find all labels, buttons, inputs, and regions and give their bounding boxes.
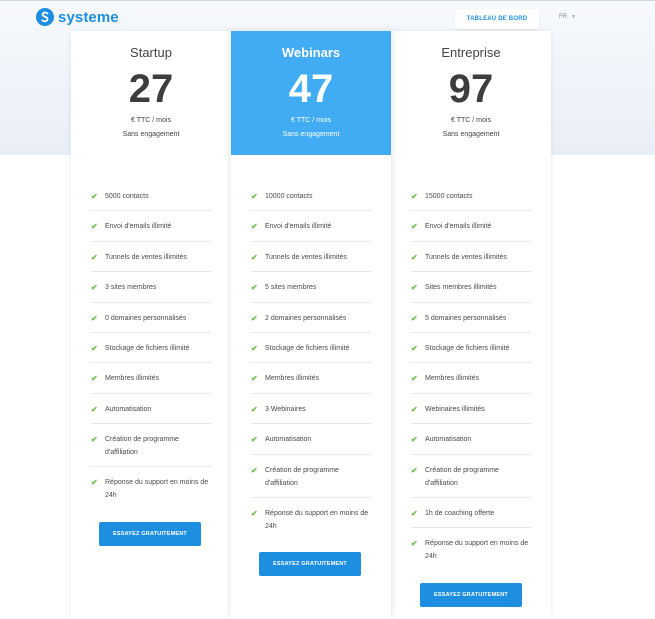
feature-item: ✔ Envoi d'emails illimité [411,211,531,242]
check-icon: ✔ [251,508,258,518]
feature-item: ✔ 3 Webinaires [251,394,371,425]
feature-list: ✔ 15000 contacts ✔ Envoi d'emails illimité… [411,181,531,571]
plan-price: 47 [288,67,334,111]
check-icon: ✔ [411,343,418,353]
check-icon: ✔ [251,435,258,445]
feature-item: ✔ 3 sites membres [91,272,211,303]
try-free-button[interactable]: ESSAYEZ GRATUITEMENT [99,522,201,546]
dashboard-button[interactable]: TABLEAU DE BORD [455,9,539,29]
check-icon: ✔ [411,374,418,384]
check-icon: ✔ [251,374,258,384]
feature-item: ✔ Automatisation [251,424,371,455]
price-unit: € TTC / mois [131,117,171,124]
card-header: Webinars 47 € TTC / mois Sans engagement [231,31,391,155]
check-icon: ✔ [251,252,258,262]
feature-item: ✔ 1h de coaching offerte [411,498,531,528]
feature-list: ✔ 5000 contacts ✔ Envoi d'emails illimité … [91,181,211,510]
check-icon: ✔ [251,192,258,201]
billing-terms: Sans engagement [442,131,500,138]
price-unit: € TTC / mois [451,117,491,124]
check-icon: ✔ [91,252,98,262]
check-icon: ✔ [411,192,418,201]
top-header: systeme TABLEAU DE BORD FR ▼ [0,0,655,34]
feature-item: ✔ Sites membres illimités [411,272,531,303]
check-icon: ✔ [411,283,418,293]
check-icon: ✔ [411,435,418,445]
feature-item: ✔ Tunnels de ventes illimités [91,242,211,273]
feature-item: ✔ 5000 contacts [91,181,211,212]
plan-price: 97 [448,67,494,111]
feature-item: ✔ Envoi d'emails illimité [251,211,371,242]
feature-item: ✔ Membres illimités [91,363,211,394]
feature-item: ✔ 5 sites membres [251,272,371,303]
feature-item: ✔ Réponse du support en moins de 24h [251,508,369,530]
feature-item: ✔ Création de programme d'affiliation [411,455,531,498]
feature-item: ✔ Réponse du support en moins de 24h [91,478,209,500]
plan-price: 27 [128,67,174,111]
logo-icon [36,8,54,26]
check-icon: ✔ [91,374,98,384]
check-icon: ✔ [411,404,418,414]
billing-terms: Sans engagement [122,131,180,138]
try-free-button[interactable]: ESSAYEZ GRATUITEMENT [259,552,361,576]
check-icon: ✔ [411,538,418,548]
check-icon: ✔ [91,283,98,293]
chevron-down-icon: ▼ [571,14,576,20]
feature-item: ✔ Webinaires illimités [411,394,531,425]
logo-text: systeme [58,8,119,26]
feature-item: ✔ 15000 contacts [411,181,531,212]
check-icon: ✔ [251,404,258,414]
feature-item: ✔ 2 domaines personnalisés [251,303,371,333]
language-label: FR [559,14,567,20]
check-icon: ✔ [91,343,98,353]
pricing-card-startup: Startup 27 € TTC / mois Sans engagement … [71,31,231,619]
card-header: Startup 27 € TTC / mois Sans engagement [71,31,231,155]
check-icon: ✔ [411,508,418,518]
check-icon: ✔ [411,222,418,232]
check-icon: ✔ [91,478,98,488]
feature-item: ✔ Tunnels de ventes illimités [411,242,531,273]
feature-list: ✔ 10000 contacts ✔ Envoi d'emails illimité… [251,181,371,541]
check-icon: ✔ [91,313,98,323]
feature-item: ✔ Stockage de fichiers illimité [91,333,211,364]
plan-name: Webinars [281,45,341,60]
check-icon: ✔ [91,222,98,232]
check-icon: ✔ [251,465,258,475]
feature-item: ✔ Membres illimités [411,363,531,394]
feature-item: ✔ Automatisation [91,394,211,425]
plan-name: Startup [130,45,172,60]
billing-terms: Sans engagement [282,131,340,138]
pricing-card-entreprise: Entreprise 97 € TTC / mois Sans engageme… [391,31,551,619]
feature-item: ✔ Création de programme d'affiliation [251,455,371,498]
feature-item: ✔ Envoi d'emails illimité [91,211,211,242]
check-icon: ✔ [411,313,418,323]
feature-item: ✔ Automatisation [411,424,531,455]
check-icon: ✔ [411,465,418,475]
feature-item: ✔ Stockage de fichiers illimité [251,333,371,364]
feature-item: ✔ Tunnels de ventes illimités [251,242,371,273]
feature-item: ✔ Création de programme d'affiliation [91,424,211,468]
check-icon: ✔ [411,252,418,262]
language-selector[interactable]: FR ▼ [559,14,576,20]
feature-item: ✔ Stockage de fichiers illimité [411,333,531,364]
check-icon: ✔ [91,192,98,201]
feature-item: ✔ 5 domaines personnalisés [411,303,531,333]
check-icon: ✔ [91,404,98,414]
check-icon: ✔ [251,343,258,353]
logo[interactable]: systeme [36,8,119,26]
try-free-button[interactable]: ESSAYEZ GRATUITEMENT [420,583,522,607]
feature-item: ✔ 10000 contacts [251,181,371,212]
card-header: Entreprise 97 € TTC / mois Sans engageme… [391,31,551,155]
check-icon: ✔ [251,222,258,232]
price-unit: € TTC / mois [291,117,331,124]
check-icon: ✔ [251,283,258,293]
feature-item: ✔ Réponse du support en moins de 24h [411,538,529,560]
check-icon: ✔ [251,313,258,323]
feature-item: ✔ Membres illimités [251,363,371,394]
pricing-card-webinars: Webinars 47 € TTC / mois Sans engagement… [231,31,391,619]
check-icon: ✔ [91,435,98,445]
plan-name: Entreprise [441,45,501,60]
feature-item: ✔ 0 domaines personnalisés [91,303,211,333]
